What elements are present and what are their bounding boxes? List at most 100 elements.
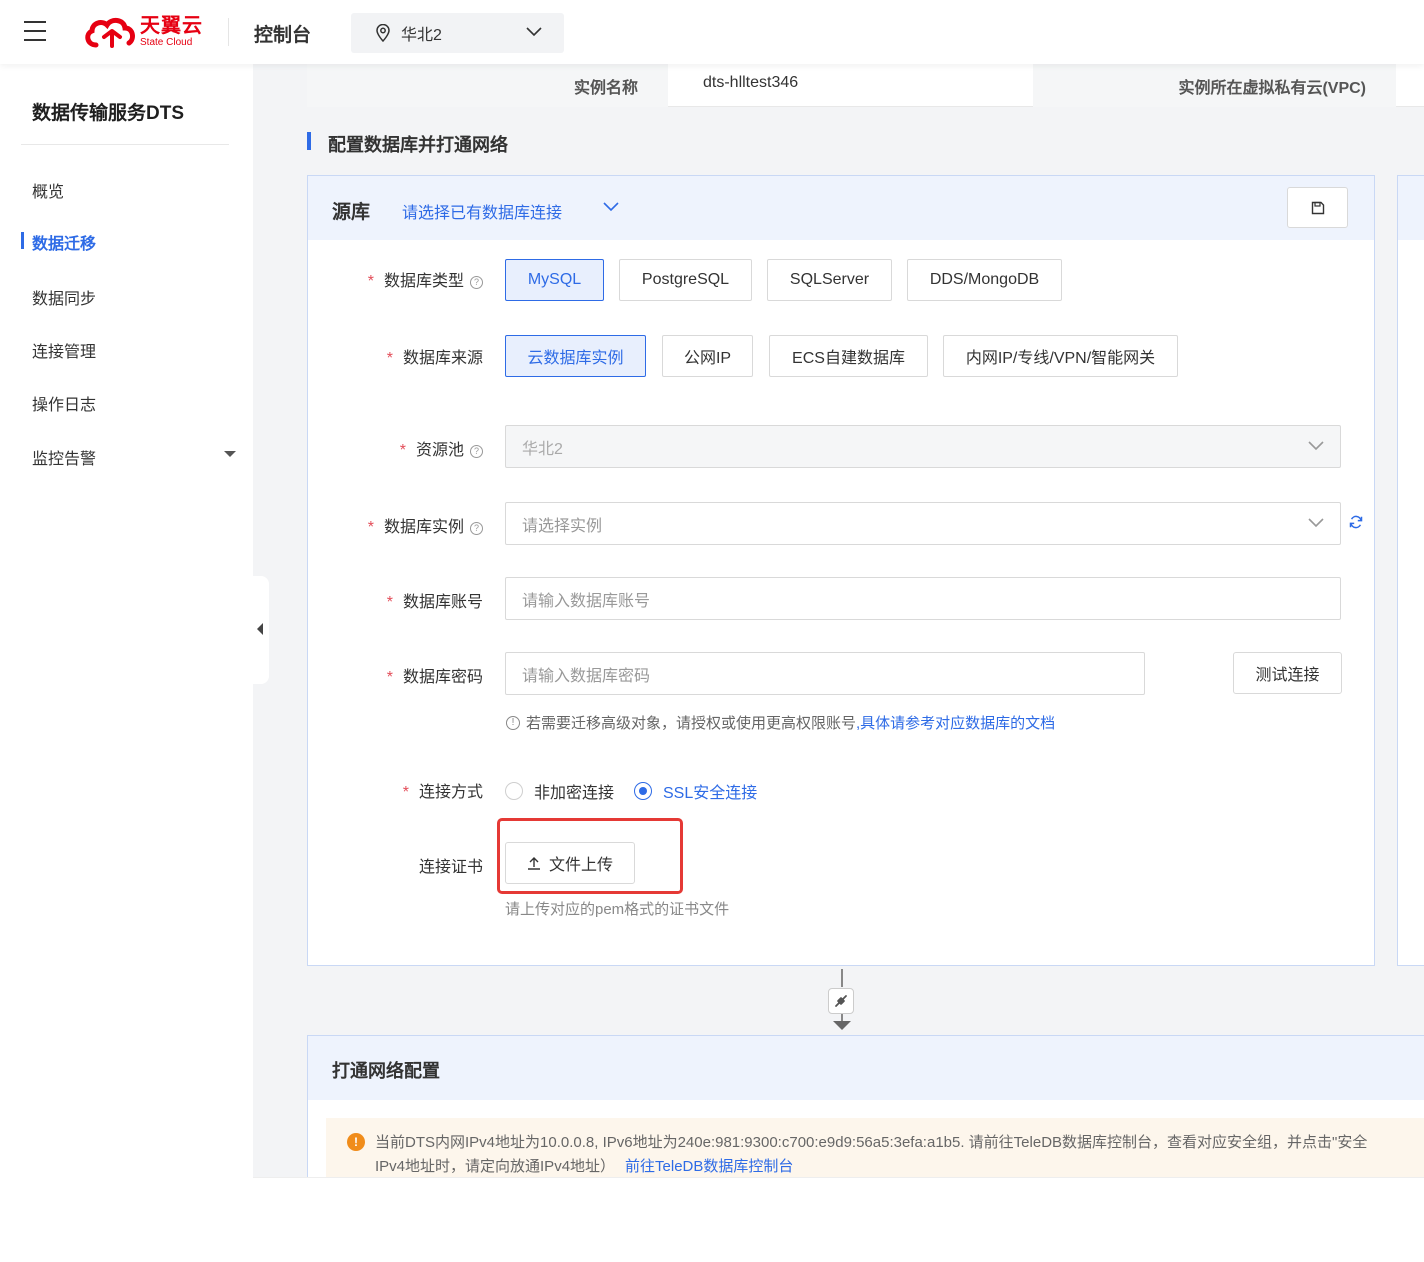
db-password-label-text: 数据库密码 bbox=[402, 669, 483, 686]
db-instance-select[interactable]: 请选择实例 bbox=[505, 502, 1341, 545]
active-indicator bbox=[21, 232, 24, 249]
source-card-header: 源库 请选择已有数据库连接 bbox=[308, 176, 1374, 240]
sidebar: 数据传输服务DTS 概览 数据迁移 数据同步 连接管理 操作日志 监控告警 bbox=[0, 64, 253, 1262]
network-alert: ! 当前DTS内网IPv4地址为10.0.0.8, IPv6地址为240e:98… bbox=[326, 1118, 1424, 1180]
source-db-card: 源库 请选择已有数据库连接 * 数据库类型? MySQL PostgreSQL S… bbox=[307, 175, 1375, 966]
test-connection-button[interactable]: 测试连接 bbox=[1233, 652, 1342, 694]
teledb-console-link[interactable]: 前往TeleDB数据库控制台 bbox=[625, 1158, 793, 1175]
help-icon[interactable]: ? bbox=[470, 522, 483, 535]
radio-ssl-label: SSL安全连接 bbox=[663, 785, 758, 802]
instance-info-row: 实例名称 dts-hlltest346 实例所在虚拟私有云(VPC) bbox=[307, 64, 1424, 107]
sidebar-item-connection-mgmt[interactable]: 连接管理 bbox=[32, 338, 96, 362]
service-title: 数据传输服务DTS bbox=[32, 103, 185, 124]
db-source-option-cloud-instance[interactable]: 云数据库实例 bbox=[505, 335, 646, 377]
db-instance-label: * 数据库实例? bbox=[368, 513, 483, 537]
network-title: 打通网络配置 bbox=[332, 1061, 440, 1081]
location-pin-icon bbox=[376, 24, 390, 42]
file-upload-button[interactable]: 文件上传 bbox=[505, 842, 635, 884]
source-title: 源库 bbox=[332, 202, 371, 223]
db-account-label-text: 数据库账号 bbox=[402, 594, 483, 611]
db-instance-placeholder: 请选择实例 bbox=[522, 517, 603, 535]
permission-hint-text: 若需要迁移高级对象，请授权或使用更高权限账号 bbox=[526, 715, 857, 732]
radio-circle bbox=[505, 782, 523, 800]
refresh-icon[interactable] bbox=[1349, 515, 1363, 529]
vpc-label: 实例所在虚拟私有云(VPC) bbox=[1033, 64, 1396, 107]
db-source-label: * 数据库来源 bbox=[386, 350, 483, 367]
radio-ssl[interactable]: SSL安全连接 bbox=[634, 779, 757, 803]
radio-unencrypted[interactable]: 非加密连接 bbox=[505, 779, 614, 803]
warning-icon: ! bbox=[347, 1133, 365, 1151]
upload-icon bbox=[527, 857, 540, 870]
save-icon bbox=[1311, 201, 1324, 214]
chevron-down-icon bbox=[1308, 518, 1324, 528]
top-bar: 天翼云 State Cloud 控制台 华北2 bbox=[0, 0, 1424, 64]
db-account-placeholder: 请输入数据库账号 bbox=[522, 592, 651, 610]
network-alert-line2-text: IPv4地址时，请定向放通IPv4地址） bbox=[375, 1158, 616, 1175]
file-upload-label: 文件上传 bbox=[548, 857, 613, 874]
resource-pool-label: * 资源池? bbox=[400, 436, 483, 460]
resource-pool-select[interactable]: 华北2 bbox=[505, 425, 1341, 468]
certificate-hint: 请上传对应的pem格式的证书文件 bbox=[505, 901, 730, 918]
sidebar-item-data-sync[interactable]: 数据同步 bbox=[32, 285, 96, 309]
instance-name-label: 实例名称 bbox=[307, 64, 668, 107]
db-type-option-mysql[interactable]: MySQL bbox=[505, 259, 604, 301]
db-source-option-intranet[interactable]: 内网IP/专线/VPN/智能网关 bbox=[943, 335, 1178, 377]
connector-line bbox=[841, 969, 843, 987]
network-alert-line2: IPv4地址时，请定向放通IPv4地址） 前往TeleDB数据库控制台 bbox=[375, 1155, 793, 1176]
section-marker bbox=[307, 132, 311, 150]
network-alert-line1: 当前DTS内网IPv4地址为10.0.0.8, IPv6地址为240e:981:… bbox=[375, 1134, 1368, 1151]
caret-down-icon[interactable] bbox=[224, 451, 236, 457]
certificate-label: 连接证书 bbox=[418, 859, 483, 876]
menu-icon[interactable] bbox=[24, 21, 46, 41]
plug-icon bbox=[828, 988, 854, 1014]
sidebar-collapse-handle[interactable] bbox=[253, 576, 269, 684]
console-title[interactable]: 控制台 bbox=[254, 20, 311, 47]
region-label: 华北2 bbox=[401, 27, 442, 44]
connection-method-label: * 连接方式 bbox=[402, 784, 483, 801]
db-type-option-dds-mongodb[interactable]: DDS/MongoDB bbox=[907, 259, 1062, 301]
divider bbox=[21, 144, 229, 145]
caret-left-icon bbox=[257, 623, 263, 635]
connection-method-label-text: 连接方式 bbox=[418, 784, 483, 801]
db-source-option-ecs[interactable]: ECS自建数据库 bbox=[769, 335, 928, 377]
sidebar-item-operation-log[interactable]: 操作日志 bbox=[32, 391, 96, 415]
footer-area bbox=[253, 1177, 1424, 1262]
logo-text-cn: 天翼云 bbox=[140, 15, 203, 37]
help-icon[interactable]: ? bbox=[470, 276, 483, 289]
resource-pool-label-text: 资源池 bbox=[415, 442, 464, 459]
sidebar-item-overview[interactable]: 概览 bbox=[32, 178, 64, 202]
instance-name-value: dts-hlltest346 bbox=[703, 74, 799, 91]
chevron-down-icon bbox=[1308, 441, 1324, 451]
db-doc-link[interactable]: ,具体请参考对应数据库的文档 bbox=[856, 712, 1055, 733]
db-account-input[interactable]: 请输入数据库账号 bbox=[505, 577, 1341, 620]
select-existing-connection-link[interactable]: 请选择已有数据库连接 bbox=[402, 199, 562, 223]
network-config-card: 打通网络配置 ! 当前DTS内网IPv4地址为10.0.0.8, IPv6地址为… bbox=[307, 1035, 1424, 1180]
sidebar-item-monitoring[interactable]: 监控告警 bbox=[32, 445, 96, 469]
radio-circle bbox=[634, 782, 652, 800]
chevron-down-icon[interactable] bbox=[603, 202, 619, 212]
divider bbox=[228, 18, 229, 46]
info-icon: ! bbox=[506, 715, 520, 730]
help-icon[interactable]: ? bbox=[470, 445, 483, 458]
chevron-down-icon bbox=[526, 27, 542, 37]
region-selector[interactable]: 华北2 bbox=[351, 13, 564, 53]
save-button[interactable] bbox=[1287, 187, 1348, 228]
db-password-input[interactable]: 请输入数据库密码 bbox=[505, 652, 1145, 695]
logo-text-en: State Cloud bbox=[140, 37, 193, 48]
db-type-option-postgresql[interactable]: PostgreSQL bbox=[619, 259, 752, 301]
db-type-option-sqlserver[interactable]: SQLServer bbox=[767, 259, 892, 301]
target-card-header bbox=[1398, 176, 1424, 240]
arrow-down-icon bbox=[833, 1021, 851, 1030]
sidebar-item-data-migration[interactable]: 数据迁移 bbox=[32, 230, 96, 254]
permission-hint: ! 若需要迁移高级对象，请授权或使用更高权限账号 ,具体请参考对应数据库的文档 bbox=[506, 712, 1055, 733]
db-type-label: * 数据库类型? bbox=[368, 267, 483, 291]
cloud-logo-icon bbox=[85, 18, 135, 48]
target-db-card-edge bbox=[1397, 175, 1424, 966]
logo[interactable]: 天翼云 State Cloud bbox=[82, 14, 203, 50]
resource-pool-value: 华北2 bbox=[522, 440, 563, 458]
db-type-label-text: 数据库类型 bbox=[383, 273, 464, 290]
db-password-label: * 数据库密码 bbox=[386, 669, 483, 686]
db-source-option-public-ip[interactable]: 公网IP bbox=[662, 335, 753, 377]
db-source-label-text: 数据库来源 bbox=[402, 350, 483, 367]
db-instance-label-text: 数据库实例 bbox=[383, 519, 464, 536]
